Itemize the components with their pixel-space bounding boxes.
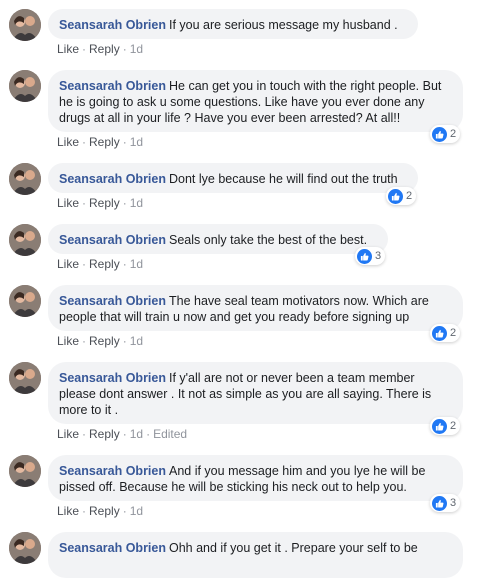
like-icon: [432, 418, 447, 434]
like-button[interactable]: Like: [57, 334, 79, 348]
comment-author[interactable]: Seansarah Obrien: [59, 541, 166, 555]
reply-button[interactable]: Reply: [89, 334, 120, 348]
comment-bubble: Seansarah Obrien He can get you in touch …: [48, 70, 463, 132]
avatar[interactable]: [9, 285, 41, 317]
reaction-count: 2: [450, 420, 457, 432]
avatar[interactable]: [9, 9, 41, 41]
comment-actions: Like · Reply · 1d: [57, 135, 144, 149]
edited-label[interactable]: Edited: [153, 427, 187, 441]
like-button[interactable]: Like: [57, 196, 79, 210]
like-button[interactable]: Like: [57, 135, 79, 149]
comment-text: Dont lye because he will find out the tr…: [169, 172, 398, 186]
comment-actions: Like · Reply · 1d: [57, 334, 144, 348]
comment-timestamp[interactable]: 1d: [130, 504, 143, 518]
like-icon: [432, 325, 447, 341]
reaction-count-badge[interactable]: 3: [355, 247, 386, 265]
reply-button[interactable]: Reply: [89, 196, 120, 210]
reply-button[interactable]: Reply: [89, 135, 120, 149]
reaction-count: 2: [450, 128, 457, 140]
comment-actions: Like · Reply · 1d: [57, 257, 144, 271]
comment-author[interactable]: Seansarah Obrien: [59, 294, 166, 308]
like-button[interactable]: Like: [57, 427, 79, 441]
reaction-count: 2: [450, 327, 457, 339]
reaction-count-badge[interactable]: 3: [430, 494, 461, 512]
avatar[interactable]: [9, 163, 41, 195]
avatar[interactable]: [9, 362, 41, 394]
comment-timestamp[interactable]: 1d: [130, 42, 143, 56]
avatar[interactable]: [9, 224, 41, 256]
reaction-count-badge[interactable]: 2: [430, 125, 461, 143]
comment-timestamp[interactable]: 1d: [130, 334, 143, 348]
avatar[interactable]: [9, 455, 41, 487]
reply-button[interactable]: Reply: [89, 257, 120, 271]
comment-author[interactable]: Seansarah Obrien: [59, 172, 166, 186]
comment-bubble: Seansarah Obrien And if you message him a…: [48, 455, 463, 501]
reply-button[interactable]: Reply: [89, 427, 120, 441]
comment-bubble: Seansarah Obrien Ohh and if you get it . …: [48, 532, 463, 578]
reply-button[interactable]: Reply: [89, 504, 120, 518]
reaction-count-badge[interactable]: 2: [386, 187, 417, 205]
like-button[interactable]: Like: [57, 257, 79, 271]
comment-timestamp[interactable]: 1d: [130, 196, 143, 210]
like-button[interactable]: Like: [57, 42, 79, 56]
comment-author[interactable]: Seansarah Obrien: [59, 79, 166, 93]
reaction-count: 2: [406, 190, 413, 202]
like-icon: [432, 126, 447, 142]
reaction-count: 3: [375, 250, 382, 262]
comment-text: Ohh and if you get it . Prepare your sel…: [169, 541, 418, 555]
comment-bubble: Seansarah Obrien Dont lye because he will…: [48, 163, 418, 193]
reaction-count: 3: [450, 497, 457, 509]
like-button[interactable]: Like: [57, 504, 79, 518]
like-icon: [357, 248, 372, 264]
like-icon: [388, 188, 403, 204]
reaction-count-badge[interactable]: 2: [430, 417, 461, 435]
avatar[interactable]: [9, 532, 41, 564]
comment-author[interactable]: Seansarah Obrien: [59, 464, 166, 478]
comment-bubble: Seansarah Obrien Seals only take the best…: [48, 224, 388, 254]
comment-actions: Like · Reply · 1d · Edited: [57, 427, 188, 441]
comment-actions: Like · Reply · 1d: [57, 504, 144, 518]
comment-timestamp[interactable]: 1d: [130, 257, 143, 271]
avatar[interactable]: [9, 70, 41, 102]
comment-timestamp[interactable]: 1d: [130, 135, 143, 149]
comment-bubble: Seansarah Obrien If you are serious messa…: [48, 9, 418, 39]
comment-actions: Like · Reply · 1d: [57, 42, 144, 56]
comment-text: If you are serious message my husband .: [169, 18, 398, 32]
comment-bubble: Seansarah Obrien If y'all are not or neve…: [48, 362, 463, 424]
reply-button[interactable]: Reply: [89, 42, 120, 56]
reaction-count-badge[interactable]: 2: [430, 324, 461, 342]
comment-author[interactable]: Seansarah Obrien: [59, 371, 166, 385]
like-icon: [432, 495, 447, 511]
comment-timestamp[interactable]: 1d: [130, 427, 143, 441]
comment-actions: Like · Reply · 1d: [57, 196, 144, 210]
comment-author[interactable]: Seansarah Obrien: [59, 233, 166, 247]
comment-text: Seals only take the best of the best.: [169, 233, 368, 247]
comment-author[interactable]: Seansarah Obrien: [59, 18, 166, 32]
comment-bubble: Seansarah Obrien The have seal team motiv…: [48, 285, 463, 331]
